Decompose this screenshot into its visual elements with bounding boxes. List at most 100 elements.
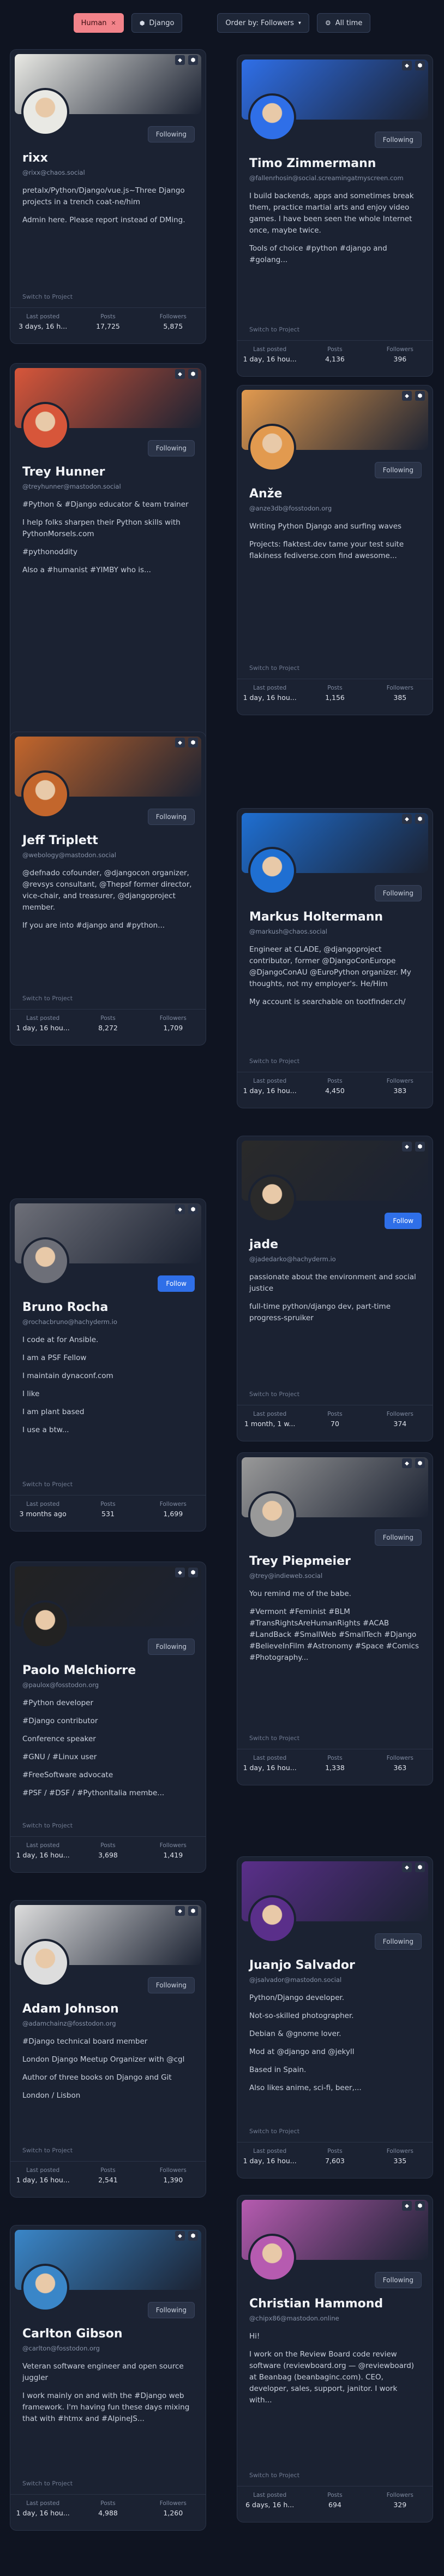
switch-to-project-link[interactable]: Switch to Project (249, 2472, 299, 2479)
banner-badges: ◆ ⬢ (402, 1862, 425, 1872)
account-handle[interactable]: @webology@mastodon.social (22, 851, 116, 859)
account-handle[interactable]: @adamchainz@fosstodon.org (22, 2020, 116, 2027)
following-button[interactable]: Following (147, 809, 195, 825)
time-select[interactable]: ⚙ All time (316, 13, 371, 33)
switch-to-project-link[interactable]: Switch to Project (249, 1058, 299, 1065)
switch-to-project-link[interactable]: Switch to Project (249, 664, 299, 672)
stat-label: Posts (327, 1078, 343, 1084)
order-select[interactable]: Order by: Followers ▾ (217, 13, 309, 33)
following-button[interactable]: Following (147, 1639, 195, 1655)
following-button[interactable]: Following (147, 126, 195, 143)
stat-followers: Followers 1,699 (141, 1501, 205, 1518)
following-button[interactable]: Following (147, 2302, 195, 2318)
stat-label: Posts (100, 1842, 116, 1849)
stat-value: 1,260 (163, 2509, 183, 2517)
python-icon: ◆ (175, 1906, 185, 1916)
switch-to-project-link[interactable]: Switch to Project (249, 1735, 299, 1742)
bio-line: Projects: flaktest.dev tame your test su… (249, 540, 404, 560)
switch-to-project-link[interactable]: Switch to Project (22, 1481, 73, 1488)
stat-followers: Followers 335 (368, 2148, 432, 2165)
stat-posts: Posts 2,541 (76, 2167, 140, 2184)
following-button[interactable]: Following (147, 1977, 195, 1993)
banner-badges: ◆ ⬢ (175, 1906, 198, 1916)
account-handle[interactable]: @rochacbruno@hachyderm.io (22, 1318, 117, 1326)
follow-button[interactable]: Follow (385, 1213, 422, 1229)
stat-value: 383 (393, 1087, 407, 1095)
account-handle[interactable]: @fallenrhosin@social.screamingatmyscreen… (249, 174, 404, 182)
stat-last-posted: Last posted 1 day, 16 hou... (11, 2500, 75, 2517)
switch-to-project-link[interactable]: Switch to Project (22, 995, 73, 1002)
stat-value: 4,450 (325, 1087, 345, 1095)
stat-value: 1 month, 1 w... (244, 1420, 296, 1428)
account-handle[interactable]: @jsalvador@mastodon.social (249, 1976, 341, 1984)
account-stats: Last posted 1 day, 16 hou... Posts 1,338 Fol… (237, 1749, 433, 1772)
account-handle[interactable]: @trey@indieweb.social (249, 1572, 322, 1580)
stat-followers: Followers 1,419 (141, 1842, 205, 1859)
account-card: ◆ ⬢ Following Jeff Triplett @webology@mastod… (10, 732, 206, 1046)
stat-last-posted: Last posted 1 day, 16 hou... (11, 1842, 75, 1859)
following-button[interactable]: Following (374, 1933, 422, 1950)
avatar (21, 88, 69, 136)
gear-icon: ⚙ (325, 19, 331, 27)
account-handle[interactable]: @chipx86@mastodon.online (249, 2314, 339, 2322)
stat-value: 1 day, 16 hou... (243, 1087, 297, 1095)
stat-last-posted: Last posted 1 day, 16 hou... (238, 1078, 302, 1095)
python-icon: ◆ (402, 61, 412, 70)
python-icon: ◆ (175, 2231, 185, 2241)
bio-line: Also likes anime, sci-fi, beer,... (249, 2084, 362, 2092)
filter-django-chip[interactable]: ⬢ Django (131, 13, 183, 33)
account-handle[interactable]: @anze3db@fosstodon.org (249, 504, 332, 512)
switch-to-project-link[interactable]: Switch to Project (22, 1822, 73, 1829)
switch-to-project-link[interactable]: Switch to Project (249, 1391, 299, 1398)
following-button[interactable]: Following (374, 462, 422, 478)
avatar (21, 402, 69, 450)
follow-button[interactable]: Follow (158, 1275, 195, 1292)
account-handle[interactable]: @treyhunner@mastodon.social (22, 483, 121, 490)
switch-to-project-link[interactable]: Switch to Project (22, 293, 73, 300)
bio-line: I use a btw... (22, 1426, 69, 1434)
filter-human-chip[interactable]: Human ✕ (73, 13, 124, 33)
account-card: ◆ ⬢ Following Adam Johnson @adamchainz@fosst… (10, 1900, 206, 2198)
stat-value: 1 day, 16 hou... (243, 693, 297, 702)
bio-line: I code at for Ansible. (22, 1336, 99, 1344)
stat-value: 2,541 (98, 2176, 118, 2184)
django-icon: ⬢ (415, 391, 425, 401)
stat-posts: Posts 4,136 (303, 346, 367, 363)
account-card: ◆ ⬢ Follow Bruno Rocha @rochacbruno@hachyder… (10, 1198, 206, 1532)
stat-last-posted: Last posted 1 day, 16 hou... (11, 1015, 75, 1032)
account-handle[interactable]: @rixx@chaos.social (22, 169, 85, 176)
stat-posts: Posts 3,698 (76, 1842, 140, 1859)
stat-label: Last posted (253, 2492, 287, 2498)
bio-line: @defnado cofounder, @djangocon organizer… (22, 869, 192, 912)
account-stats: Last posted 1 day, 16 hou... Posts 3,698 Fol… (10, 1836, 206, 1859)
close-icon[interactable]: ✕ (111, 20, 116, 27)
switch-to-project-link[interactable]: Switch to Project (22, 2480, 73, 2487)
stat-label: Followers (386, 2148, 413, 2154)
following-button[interactable]: Following (374, 132, 422, 148)
following-button[interactable]: Following (374, 2272, 422, 2288)
stat-value: 3 days, 16 h... (19, 322, 68, 330)
account-card: ◆ ⬢ Following Anže @anze3db@fosstodon.org Wri… (237, 385, 433, 715)
following-button[interactable]: Following (374, 885, 422, 901)
stat-followers: Followers 383 (368, 1078, 432, 1095)
banner-badges: ◆ ⬢ (402, 391, 425, 401)
account-handle[interactable]: @carlton@fosstodon.org (22, 2344, 100, 2352)
avatar (21, 1939, 69, 1987)
account-handle[interactable]: @paulox@fosstodon.org (22, 1681, 99, 1689)
stat-label: Followers (386, 346, 413, 353)
following-button[interactable]: Following (147, 440, 195, 456)
account-handle[interactable]: @markush@chaos.social (249, 928, 327, 935)
account-card: ◆ ⬢ Follow jade @jadedarko@hachyderm.io passi… (237, 1136, 433, 1441)
account-handle[interactable]: @jadedarko@hachyderm.io (249, 1255, 336, 1263)
switch-to-project-link[interactable]: Switch to Project (249, 326, 299, 333)
account-bio: #Python & #Django educator & team traine… (22, 499, 194, 583)
stat-value: 329 (393, 2501, 407, 2509)
account-card: ◆ ⬢ Following Timo Zimmermann @fallenrhosin@… (237, 55, 433, 377)
account-name: Timo Zimmermann (249, 157, 376, 170)
following-button[interactable]: Following (374, 1529, 422, 1546)
switch-to-project-link[interactable]: Switch to Project (249, 2128, 299, 2135)
switch-to-project-link[interactable]: Switch to Project (22, 2147, 73, 2154)
account-bio: Engineer at CLADE, @djangoproject contri… (249, 944, 421, 1014)
account-stats: Last posted 3 months ago Posts 531 Followers… (10, 1495, 206, 1518)
stat-label: Posts (327, 1411, 343, 1417)
